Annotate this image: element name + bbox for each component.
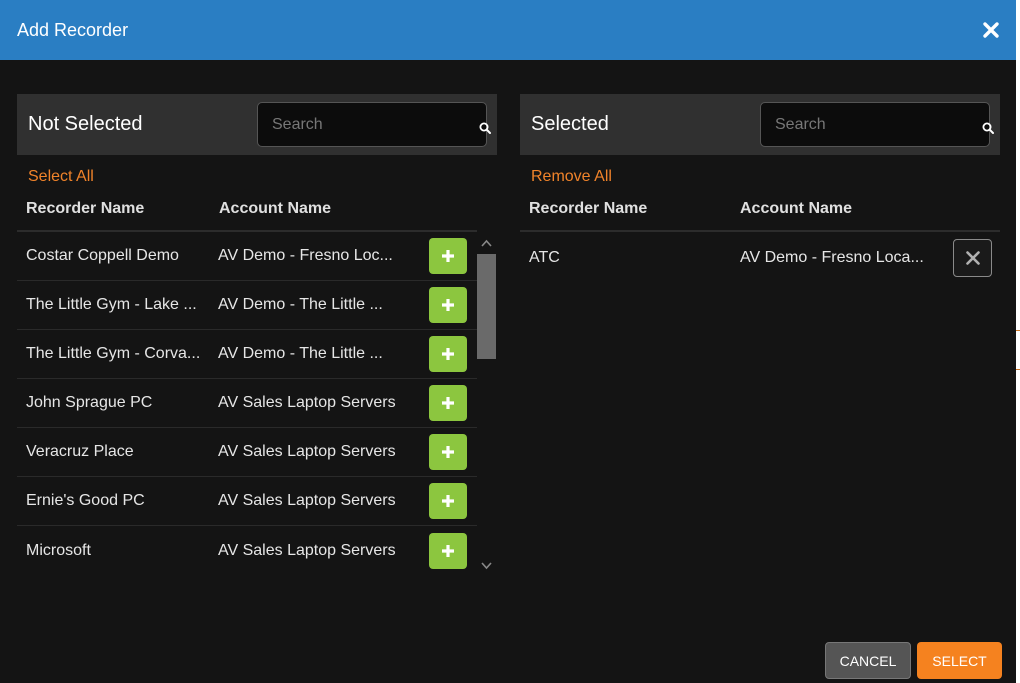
plus-icon [442, 397, 454, 409]
column-header-recorder-name[interactable]: Recorder Name [17, 200, 219, 218]
remove-all-link[interactable]: Remove All [531, 168, 612, 188]
add-recorder-button[interactable] [429, 532, 467, 569]
add-recorder-button[interactable] [429, 336, 467, 372]
not-selected-column-headers: Recorder Name Account Name [17, 188, 477, 232]
not-selected-heading: Not Selected [28, 113, 143, 135]
account-name-cell: AV Sales Laptop Servers [218, 541, 396, 559]
table-row: Costar Coppell Demo AV Demo - Fresno Loc… [17, 232, 477, 281]
plus-icon [442, 348, 454, 360]
scroll-up-arrow-icon[interactable] [480, 235, 493, 247]
remove-recorder-button[interactable] [953, 239, 992, 277]
selected-heading: Selected [531, 113, 609, 135]
add-recorder-button[interactable] [429, 385, 467, 421]
account-name-cell: AV Demo - Fresno Loc... [218, 247, 393, 264]
dialog-titlebar: Add Recorder [0, 0, 1016, 60]
not-selected-search-input[interactable] [272, 115, 479, 134]
column-header-recorder-name[interactable]: Recorder Name [520, 200, 740, 218]
close-icon [965, 251, 980, 265]
dialog-title: Add Recorder [17, 19, 129, 40]
scroll-down-arrow-icon[interactable] [480, 558, 493, 570]
dialog-footer: CANCEL SELECT [825, 642, 1002, 679]
account-name-cell: AV Demo - The Little ... [218, 345, 383, 362]
column-header-account-name[interactable]: Account Name [740, 200, 940, 218]
table-row: John Sprague PC AV Sales Laptop Servers [17, 379, 477, 428]
account-name-cell: AV Sales Laptop Servers [218, 492, 396, 509]
plus-icon [442, 250, 454, 262]
not-selected-list: Costar Coppell Demo AV Demo - Fresno Loc… [17, 232, 477, 575]
background-edge [1016, 0, 1020, 683]
plus-icon [442, 299, 454, 311]
recorder-name-cell: John Sprague PC [26, 394, 153, 411]
recorder-name-cell: The Little Gym - Lake ... [26, 296, 197, 313]
table-row: The Little Gym - Corva... AV Demo - The … [17, 330, 477, 379]
select-all-link[interactable]: Select All [28, 168, 94, 188]
add-recorder-button[interactable] [429, 287, 467, 323]
plus-icon [442, 495, 454, 507]
recorder-name-cell: The Little Gym - Corva... [26, 345, 201, 362]
select-button[interactable]: SELECT [917, 642, 1002, 679]
account-name-cell: AV Sales Laptop Servers [218, 394, 396, 411]
selected-search-input[interactable] [775, 115, 982, 134]
selected-column-headers: Recorder Name Account Name [520, 188, 1000, 232]
not-selected-panel: Not Selected Select All Recorder Name Ac… [17, 94, 497, 575]
not-selected-header: Not Selected [17, 94, 497, 155]
search-icon[interactable] [479, 121, 491, 135]
table-row: The Little Gym - Lake ... AV Demo - The … [17, 281, 477, 330]
search-icon[interactable] [982, 121, 994, 135]
column-header-account-name[interactable]: Account Name [219, 200, 419, 218]
plus-icon [442, 544, 454, 557]
selected-search [760, 102, 994, 147]
selected-header: Selected [520, 94, 1000, 155]
list-scrollbar[interactable] [476, 232, 497, 572]
recorder-name-cell: Ernie's Good PC [26, 492, 145, 509]
scroll-thumb[interactable] [477, 254, 496, 359]
account-name-cell: AV Demo - The Little ... [218, 296, 383, 313]
selected-list: ATC AV Demo - Fresno Loca... [520, 232, 1000, 284]
add-recorder-button[interactable] [429, 434, 467, 470]
add-recorder-button[interactable] [429, 238, 467, 274]
table-row: Microsoft AV Sales Laptop Servers [17, 526, 477, 575]
cancel-button[interactable]: CANCEL [825, 642, 911, 679]
account-name-cell: AV Sales Laptop Servers [218, 443, 396, 460]
plus-icon [442, 446, 454, 458]
account-name-cell: AV Demo - Fresno Loca... [740, 249, 924, 266]
recorder-name-cell: ATC [529, 249, 560, 266]
not-selected-search [257, 102, 491, 147]
add-recorder-button[interactable] [429, 483, 467, 519]
table-row: ATC AV Demo - Fresno Loca... [520, 232, 1000, 284]
table-row: Ernie's Good PC AV Sales Laptop Servers [17, 477, 477, 526]
recorder-name-cell: Costar Coppell Demo [26, 247, 179, 264]
close-icon[interactable] [982, 21, 1000, 39]
add-recorder-dialog: Add Recorder Not Selected Select All Rec… [0, 0, 1020, 683]
selected-panel: Selected Remove All Recorder Name Accoun… [520, 94, 1000, 284]
recorder-name-cell: Veracruz Place [26, 443, 134, 460]
table-row: Veracruz Place AV Sales Laptop Servers [17, 428, 477, 477]
recorder-name-cell: Microsoft [26, 541, 91, 559]
